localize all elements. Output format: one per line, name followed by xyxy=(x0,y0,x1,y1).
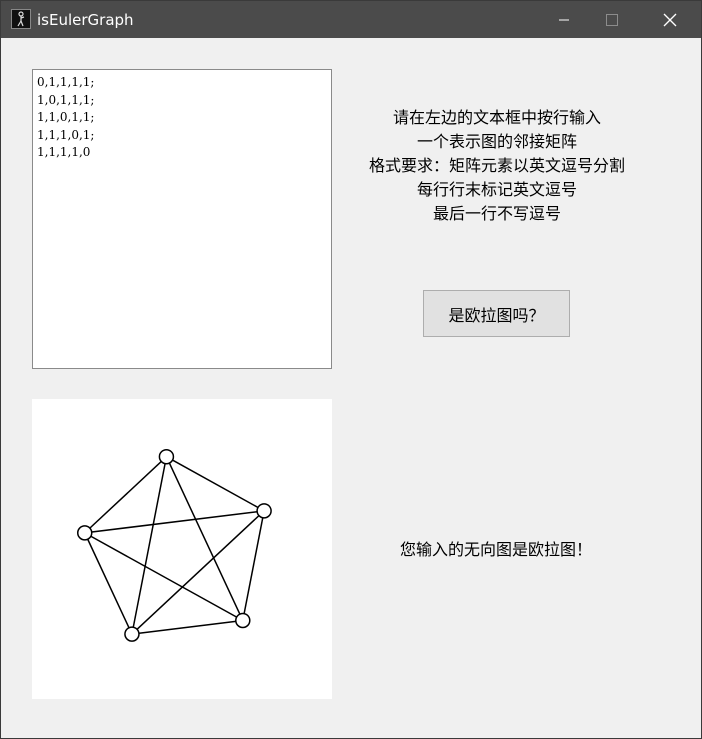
instruction-line: 最后一行不写逗号 xyxy=(432,204,561,223)
app-window: isEulerGraph 0,1,1,1,1; 1,0,1,1,1; 1,1,0,1… xyxy=(0,0,702,739)
graph-edge xyxy=(84,532,133,635)
minimize-button[interactable] xyxy=(541,1,587,38)
graph-edge xyxy=(84,510,265,534)
instructions-label: 请在左边的文本框中按行输入 一个表示图的邻接矩阵 格式要求：矩阵元素以英文逗号分… xyxy=(347,106,647,226)
graph-vertex xyxy=(256,503,272,519)
is-euler-button[interactable]: 是欧拉图吗？ xyxy=(423,290,570,337)
app-icon xyxy=(11,9,31,29)
instruction-line: 一个表示图的邻接矩阵 xyxy=(416,132,577,151)
matrix-input-text: 0,1,1,1,1; 1,0,1,1,1; 1,1,0,1,1; 1,1,1,0,1;… xyxy=(37,74,94,162)
close-button[interactable] xyxy=(647,1,693,38)
graph-edge xyxy=(131,619,243,635)
graph-edge xyxy=(166,456,265,512)
result-label: 您输入的无向图是欧拉图！ xyxy=(399,540,592,559)
matrix-line: 1,1,0,1,1; xyxy=(37,110,95,124)
matrix-line: 1,1,1,1,0 xyxy=(37,145,91,159)
graph-vertex xyxy=(76,525,93,541)
maximize-icon xyxy=(606,13,618,26)
title-bar[interactable]: isEulerGraph xyxy=(1,1,701,38)
window-title: isEulerGraph xyxy=(37,11,134,29)
graph-vertex xyxy=(235,612,251,629)
instruction-line: 格式要求：矩阵元素以英文逗号分割 xyxy=(368,156,625,175)
instruction-line: 请在左边的文本框中按行输入 xyxy=(392,108,601,127)
matrix-line: 1,0,1,1,1; xyxy=(37,92,95,107)
graph-edge xyxy=(165,456,244,621)
matrix-line: 1,1,1,0,1; xyxy=(37,127,95,142)
graph-drawing xyxy=(76,448,272,642)
minimize-icon xyxy=(559,19,569,20)
matrix-line: 0,1,1,1,1; xyxy=(37,75,95,89)
graph-vertex xyxy=(124,626,140,642)
matrix-input-textarea[interactable]: 0,1,1,1,1; 1,0,1,1,1; 1,1,0,1,1; 1,1,1,0,1;… xyxy=(32,69,332,369)
graph-canvas xyxy=(32,399,332,699)
close-icon xyxy=(663,13,677,26)
graph-edge xyxy=(84,532,244,622)
graph-vertex xyxy=(158,448,175,465)
maximize-button[interactable] xyxy=(589,1,635,38)
instruction-line: 每行行末标记英文逗号 xyxy=(416,180,577,199)
